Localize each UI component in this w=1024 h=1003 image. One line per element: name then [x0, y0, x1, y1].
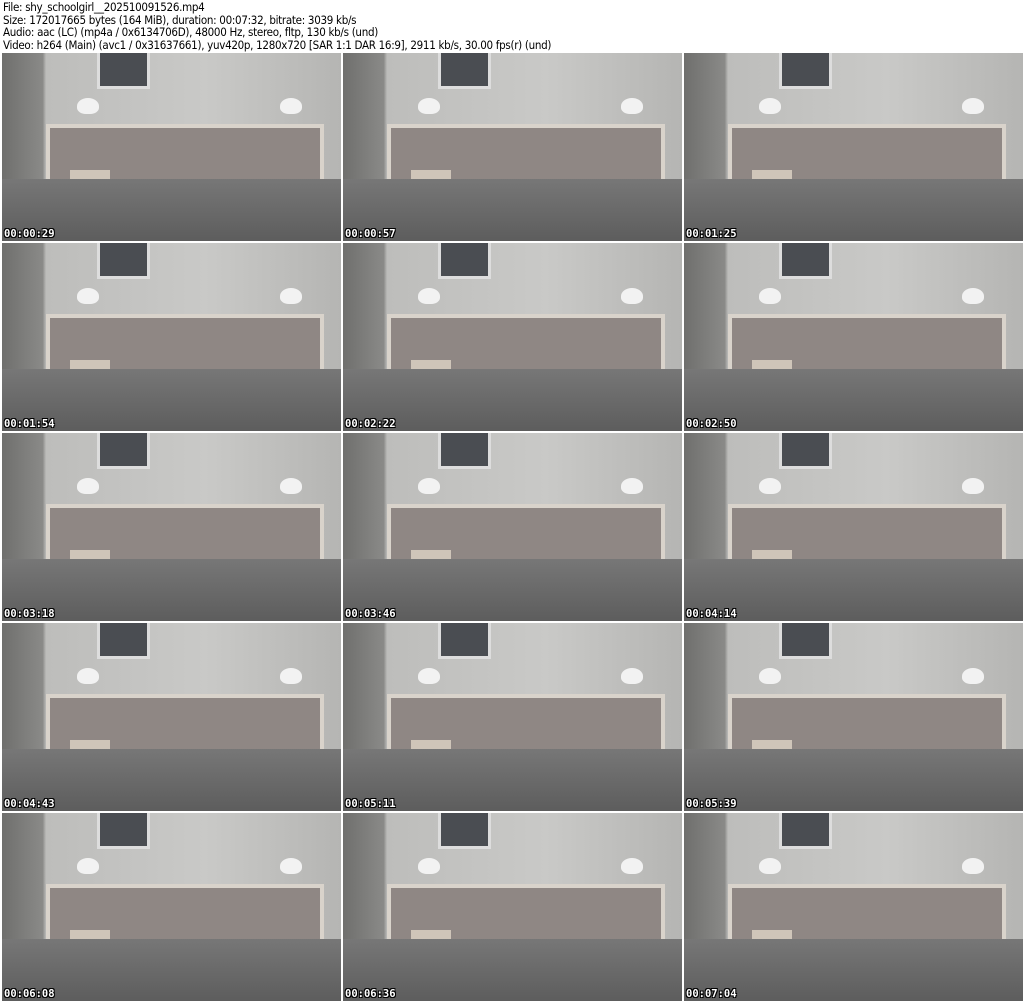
lamp-icon: [620, 98, 643, 115]
wall-picture: [96, 53, 151, 89]
wall-picture: [778, 53, 833, 89]
lamp-icon: [620, 478, 643, 495]
lamp-icon: [758, 98, 781, 115]
video-thumbnail: 00:01:54: [2, 243, 341, 431]
timestamp: 00:06:36: [345, 988, 396, 1000]
lamp-icon: [279, 98, 302, 115]
wall-picture: [778, 623, 833, 659]
video-thumbnail: 00:07:04: [684, 813, 1023, 1001]
video-thumbnail: 00:04:14: [684, 433, 1023, 621]
lamp-icon: [961, 858, 984, 875]
video-thumbnail: 00:00:57: [343, 53, 682, 241]
file-info-header: File: shy_schoolgirl__202510091526.mp4 S…: [3, 1, 551, 51]
lamp-icon: [620, 668, 643, 685]
wall-picture: [778, 243, 833, 279]
wall-picture: [96, 243, 151, 279]
lamp-icon: [961, 288, 984, 305]
lamp-icon: [417, 478, 440, 495]
lamp-icon: [279, 858, 302, 875]
timestamp: 00:04:43: [4, 798, 55, 810]
video-thumbnail: 00:03:18: [2, 433, 341, 621]
wall-picture: [437, 53, 492, 89]
lamp-icon: [76, 288, 99, 305]
lamp-icon: [76, 858, 99, 875]
timestamp: 00:05:39: [686, 798, 737, 810]
video-thumbnail: 00:00:29: [2, 53, 341, 241]
lamp-icon: [76, 668, 99, 685]
lamp-icon: [279, 288, 302, 305]
lamp-icon: [620, 288, 643, 305]
timestamp: 00:01:25: [686, 228, 737, 240]
lamp-icon: [758, 478, 781, 495]
wall-picture: [778, 433, 833, 469]
lamp-icon: [279, 668, 302, 685]
wall-picture: [437, 813, 492, 849]
wall-picture: [437, 623, 492, 659]
timestamp: 00:01:54: [4, 418, 55, 430]
lamp-icon: [961, 98, 984, 115]
timestamp: 00:05:11: [345, 798, 396, 810]
video-thumbnail: 00:02:22: [343, 243, 682, 431]
timestamp: 00:02:22: [345, 418, 396, 430]
wall-picture: [437, 433, 492, 469]
lamp-icon: [279, 478, 302, 495]
timestamp: 00:07:04: [686, 988, 737, 1000]
audio-info: Audio: aac (LC) (mp4a / 0x6134706D), 480…: [3, 25, 378, 40]
lamp-icon: [961, 478, 984, 495]
video-thumbnail: 00:03:46: [343, 433, 682, 621]
video-thumbnail: 00:05:39: [684, 623, 1023, 811]
timestamp: 00:00:57: [345, 228, 396, 240]
lamp-icon: [758, 668, 781, 685]
timestamp: 00:04:14: [686, 608, 737, 620]
lamp-icon: [76, 478, 99, 495]
timestamp: 00:03:46: [345, 608, 396, 620]
wall-picture: [437, 243, 492, 279]
video-info: Video: h264 (Main) (avc1 / 0x31637661), …: [3, 37, 552, 52]
file-name: File: shy_schoolgirl__202510091526.mp4: [3, 0, 205, 14]
timestamp: 00:02:50: [686, 418, 737, 430]
lamp-icon: [417, 288, 440, 305]
wall-picture: [96, 623, 151, 659]
video-thumbnail: 00:01:25: [684, 53, 1023, 241]
wall-picture: [96, 433, 151, 469]
timestamp: 00:06:08: [4, 988, 55, 1000]
thumbnail-grid: 00:00:29 00:00:57 00:01:25 00:01:54 00:02:22…: [2, 53, 1023, 1001]
lamp-icon: [76, 98, 99, 115]
video-thumbnail: 00:06:36: [343, 813, 682, 1001]
lamp-icon: [961, 668, 984, 685]
lamp-icon: [417, 858, 440, 875]
video-thumbnail: 00:02:50: [684, 243, 1023, 431]
lamp-icon: [620, 858, 643, 875]
video-thumbnail: 00:05:11: [343, 623, 682, 811]
lamp-icon: [758, 858, 781, 875]
lamp-icon: [758, 288, 781, 305]
video-thumbnail: 00:06:08: [2, 813, 341, 1001]
timestamp: 00:03:18: [4, 608, 55, 620]
wall-picture: [96, 813, 151, 849]
wall-picture: [778, 813, 833, 849]
lamp-icon: [417, 98, 440, 115]
timestamp: 00:00:29: [4, 228, 55, 240]
lamp-icon: [417, 668, 440, 685]
video-thumbnail: 00:04:43: [2, 623, 341, 811]
